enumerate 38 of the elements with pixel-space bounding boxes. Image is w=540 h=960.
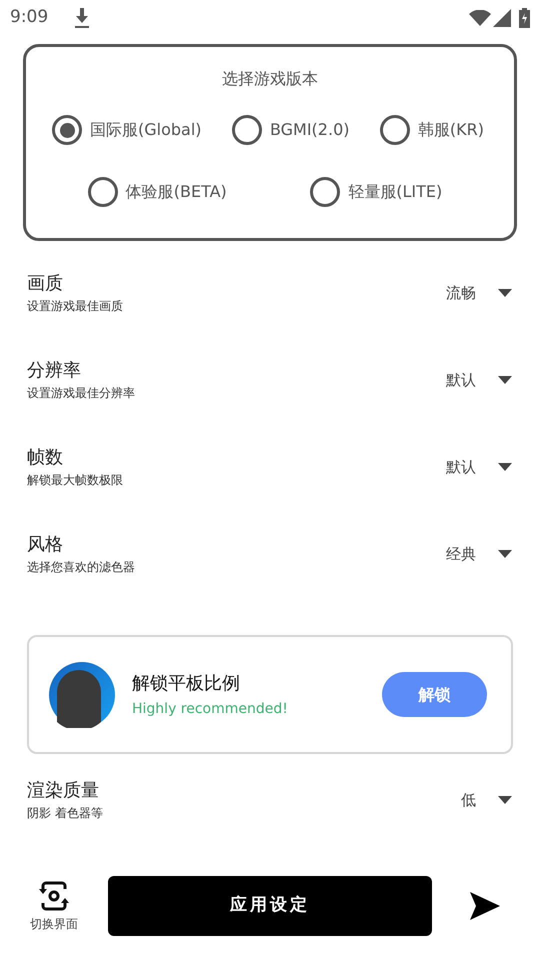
- caret-icon: [498, 550, 512, 558]
- caret-icon: [498, 463, 512, 471]
- setting-dropdown[interactable]: 低: [461, 788, 512, 812]
- setting-description: 选择您喜欢的滤色器: [27, 559, 136, 576]
- caret-icon: [498, 289, 512, 297]
- setting-title: 帧数: [27, 446, 64, 470]
- caret-icon: [498, 376, 512, 384]
- app-icon: [49, 662, 115, 728]
- setting-title: 渲染质量: [27, 779, 100, 803]
- download-icon: [74, 8, 90, 28]
- caret-icon: [498, 796, 512, 804]
- promo-subtitle: Highly recommended!: [132, 700, 289, 718]
- send-icon: [470, 892, 500, 920]
- setting-title: 画质: [27, 272, 64, 296]
- radio-option[interactable]: 体验服(BETA): [88, 177, 227, 207]
- setting-title: 风格: [27, 533, 64, 557]
- setting-description: 解锁最大帧数极限: [27, 472, 124, 489]
- switch-view-button[interactable]: 切换界面: [24, 880, 84, 932]
- setting-description: 设置游戏最佳分辨率: [27, 385, 136, 402]
- promo-title: 解锁平板比例: [132, 672, 241, 696]
- radio-option[interactable]: BGMI(2.0): [232, 115, 350, 145]
- radio-option[interactable]: 韩服(KR): [380, 115, 484, 145]
- setting-dropdown[interactable]: 流畅: [446, 282, 512, 304]
- version-title: 选择游戏版本: [221, 68, 319, 90]
- wifi-icon: [469, 10, 491, 26]
- radio-option[interactable]: 轻量服(LITE): [310, 177, 442, 207]
- battery-icon: [519, 8, 530, 28]
- status-time: 9:09: [10, 6, 48, 30]
- setting-dropdown[interactable]: 默认: [446, 368, 512, 392]
- signal-icon: [493, 9, 511, 27]
- radio-option[interactable]: 国际服(Global): [52, 115, 202, 145]
- setting-dropdown[interactable]: 经典: [446, 542, 512, 566]
- setting-title: 分辨率: [27, 359, 82, 383]
- camera-switch-icon: [37, 880, 71, 912]
- setting-description: 设置游戏最佳画质: [27, 298, 124, 315]
- apply-settings-button[interactable]: 应用设定: [108, 876, 432, 936]
- setting-description: 阴影 着色器等: [27, 805, 104, 822]
- setting-dropdown[interactable]: 默认: [446, 456, 512, 478]
